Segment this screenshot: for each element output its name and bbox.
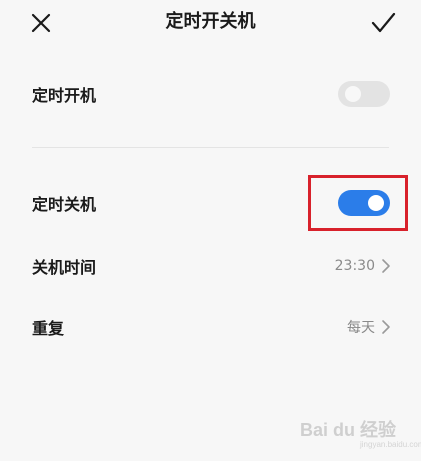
power-on-toggle[interactable] [338, 81, 390, 107]
repeat-value-wrap[interactable]: 每天 [347, 317, 391, 337]
close-icon [31, 13, 51, 33]
repeat-label: 重复 [32, 319, 65, 338]
power-off-label: 定时关机 [32, 195, 97, 214]
check-icon [371, 12, 396, 33]
baidu-watermark: Bai du 经验 jingyan.baidu.com [300, 412, 421, 452]
shutdown-time-row[interactable]: 关机时间 23:30 [0, 246, 421, 286]
close-button[interactable] [26, 8, 56, 38]
power-on-label: 定时开机 [32, 86, 97, 105]
page-title: 定时开关机 [165, 11, 256, 32]
power-on-row: 定时开机 [0, 74, 421, 114]
highlight-annotation [308, 175, 408, 231]
shutdown-time-value-wrap[interactable]: 23:30 [335, 258, 391, 274]
settings-screen: 定时开关机 定时开机 定时关机 关机时间 23:30 重复 每天 Bai du … [0, 0, 421, 461]
confirm-button[interactable] [366, 8, 400, 38]
watermark-brand: Bai du 经验 [300, 420, 397, 440]
repeat-value: 每天 [347, 320, 375, 336]
chevron-right-icon [382, 320, 390, 334]
chevron-right-icon [382, 259, 390, 273]
watermark-site: jingyan.baidu.com [360, 440, 421, 449]
power-on-toggle-knob [345, 86, 361, 102]
section-divider [32, 147, 389, 148]
top-bar: 定时开关机 [0, 0, 421, 46]
shutdown-time-label: 关机时间 [32, 258, 97, 277]
repeat-row[interactable]: 重复 每天 [0, 307, 421, 347]
shutdown-time-value: 23:30 [334, 258, 375, 274]
